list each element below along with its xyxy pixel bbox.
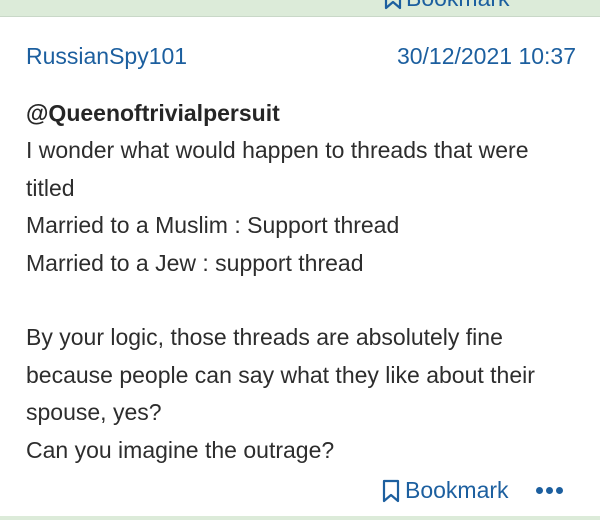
post-blank-line xyxy=(26,282,581,319)
dot xyxy=(535,487,543,494)
card-bottom-border xyxy=(0,516,600,520)
dot xyxy=(545,487,553,494)
post-line: spouse, yes? xyxy=(26,399,162,426)
bookmark-icon xyxy=(382,479,400,502)
bookmark-icon xyxy=(384,0,402,10)
post-username[interactable]: RussianSpy101 xyxy=(26,43,187,70)
post-line: Married to a Jew : support thread xyxy=(26,249,364,276)
post-header: RussianSpy101 30/12/2021 10:37 xyxy=(26,43,576,70)
previous-bookmark-button[interactable]: Bookmark xyxy=(384,0,510,12)
post-line: I wonder what would happen to threads th… xyxy=(26,137,529,164)
post-line: Married to a Muslim : Support thread xyxy=(26,212,400,239)
previous-post-footer: Bookmark xyxy=(0,0,600,14)
post-mention[interactable]: @Queenoftrivialpersuit xyxy=(26,95,581,132)
post-line: By your logic, those threads are absolut… xyxy=(26,324,503,351)
post-timestamp: 30/12/2021 10:37 xyxy=(396,43,576,69)
post-footer: Bookmark xyxy=(382,477,563,504)
bookmark-button[interactable]: Bookmark xyxy=(382,477,509,504)
dot xyxy=(555,487,563,494)
post-line: because people can say what they like ab… xyxy=(26,361,535,388)
previous-bookmark-label: Bookmark xyxy=(406,0,510,12)
post-line: titled xyxy=(26,174,75,201)
post-line: Can you imagine the outrage? xyxy=(26,436,335,463)
post-body: @Queenoftrivialpersuit I wonder what wou… xyxy=(26,95,581,469)
bookmark-label: Bookmark xyxy=(405,477,509,503)
post-card: RussianSpy101 30/12/2021 10:37 @Queenoft… xyxy=(0,16,600,517)
more-options-icon[interactable] xyxy=(535,487,563,494)
